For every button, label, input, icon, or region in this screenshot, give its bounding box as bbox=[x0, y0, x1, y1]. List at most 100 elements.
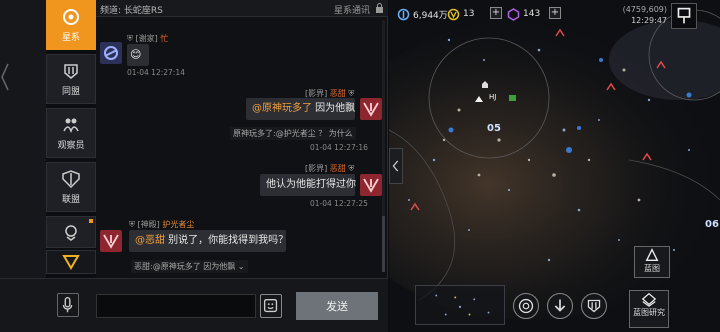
map-collapse-tab[interactable] bbox=[389, 148, 403, 184]
blueprint-research-label: 蓝图研究 bbox=[633, 308, 665, 317]
coordinates-readout: (4759,609) 12:29:47 bbox=[587, 4, 667, 26]
quoted-message[interactable]: 原神玩多了:@护光者尘 ？ 为什么 bbox=[230, 127, 356, 140]
triangle-filter-icon bbox=[62, 255, 80, 270]
blueprint-button[interactable]: 蓝图 bbox=[634, 246, 670, 278]
faction-emblem-icon bbox=[103, 234, 119, 249]
sector-label: 06 bbox=[705, 219, 719, 230]
resource-value: 6,944万 bbox=[413, 10, 448, 21]
add-crystal-button[interactable]: + bbox=[549, 7, 561, 19]
sector-label: 05 bbox=[487, 123, 501, 134]
resource-credits: 6,944万 bbox=[397, 5, 448, 23]
map-pin-icon bbox=[677, 7, 691, 24]
galaxy-map[interactable]: 05 06 HJ 6,944万 13 + 143 + (4759,609) 12… bbox=[389, 0, 720, 332]
message-meta: ⛨ [神殿] 护光者尘 bbox=[129, 219, 194, 230]
message-bubble: @原神玩多了 因为他飘 bbox=[246, 98, 355, 120]
map-action-orbit[interactable] bbox=[513, 293, 539, 319]
galaxy-target-icon bbox=[63, 8, 79, 25]
sidebar-item-more[interactable] bbox=[46, 216, 96, 248]
chevron-left-icon bbox=[392, 160, 399, 172]
message-text: 😊 bbox=[130, 48, 142, 61]
observer-icon bbox=[63, 118, 79, 133]
sidebar-item-filter[interactable] bbox=[46, 250, 96, 274]
message-tag: [影界] bbox=[305, 89, 328, 98]
message-tag: [神殿] bbox=[137, 220, 160, 229]
sidebar-item-observer[interactable]: 观察员 bbox=[46, 108, 96, 158]
message-text: 因为他飘 bbox=[312, 103, 356, 114]
message-text: 别说了，你能找得到我吗？ bbox=[165, 235, 289, 246]
shield-badge-icon: ⛨ bbox=[129, 220, 135, 229]
credits-icon bbox=[397, 8, 410, 20]
lock-icon[interactable] bbox=[375, 3, 384, 13]
smiley-icon bbox=[263, 298, 278, 313]
chat-header: 频道: 长蛇座RS 星系通讯 bbox=[96, 0, 388, 17]
message-meta: [影界] 恶甜 ⛨ bbox=[305, 163, 354, 174]
resource-crystal: 143 bbox=[507, 5, 540, 23]
orbit-icon bbox=[518, 298, 534, 314]
research-icon bbox=[641, 292, 657, 307]
faction-emblem-icon bbox=[363, 102, 379, 117]
avatar[interactable] bbox=[100, 230, 122, 252]
galaxy-comm-label[interactable]: 星系通讯 bbox=[334, 3, 370, 16]
sidebar-item-label: 同盟 bbox=[61, 86, 80, 97]
quoted-message[interactable]: 恶甜:@原神玩多了 因为他飘 ⌄ bbox=[131, 260, 248, 273]
chat-scrollbar[interactable] bbox=[382, 20, 385, 272]
sender-name[interactable]: 恶甜 bbox=[330, 164, 346, 173]
sidebar-item-alliance[interactable]: 同盟 bbox=[46, 54, 96, 104]
resource-value: 13 bbox=[463, 9, 475, 19]
message-time: 01-04 12:27:25 bbox=[310, 199, 368, 208]
sidebar-item-union[interactable]: 联盟 bbox=[46, 162, 96, 212]
scrollbar-thumb[interactable] bbox=[382, 216, 385, 272]
message-input[interactable] bbox=[96, 294, 256, 318]
message-bubble: 他认为他能打得过你 bbox=[260, 174, 356, 196]
notification-badge bbox=[89, 219, 93, 223]
shield-badge-icon: ⛨ bbox=[127, 34, 133, 43]
station-tag[interactable]: HJ bbox=[489, 93, 496, 101]
message-meta: ⛨ [谢家] 忙 bbox=[127, 33, 168, 44]
emoji-button[interactable] bbox=[260, 294, 282, 318]
sender-name[interactable]: 恶甜 bbox=[330, 89, 346, 98]
message-tag: [影界] bbox=[305, 164, 328, 173]
mention-link[interactable]: @原神玩多了 bbox=[252, 103, 312, 114]
resource-hydrogen: 13 bbox=[447, 5, 474, 23]
map-action-download[interactable] bbox=[547, 293, 573, 319]
sender-name[interactable]: 护光者尘 bbox=[162, 220, 194, 229]
avatar[interactable] bbox=[100, 42, 122, 64]
sender-name[interactable]: 忙 bbox=[160, 34, 168, 43]
sidebar-item-label: 观察员 bbox=[57, 140, 85, 151]
sidebar-item-label: 星系 bbox=[61, 32, 80, 43]
blueprint-research-button[interactable]: 蓝图研究 bbox=[629, 290, 669, 328]
send-button[interactable]: 发送 bbox=[296, 292, 378, 320]
game-clock: 12:29:47 bbox=[631, 16, 667, 25]
avatar[interactable] bbox=[360, 98, 382, 120]
map-overview-button[interactable] bbox=[671, 3, 697, 29]
microphone-icon bbox=[62, 297, 73, 313]
message-text: 他认为他能打得过你 bbox=[266, 179, 356, 190]
blueprint-label: 蓝图 bbox=[644, 264, 660, 273]
alliance-icon bbox=[587, 299, 601, 313]
resource-value: 143 bbox=[523, 9, 541, 19]
sidebar-item-galaxy[interactable]: 星系 bbox=[46, 0, 96, 50]
add-hydrogen-button[interactable]: + bbox=[490, 7, 502, 19]
channel-title: 频道: 长蛇座RS bbox=[100, 6, 163, 16]
map-coordinates: (4759,609) bbox=[622, 5, 667, 14]
rail-collapse-arrow-icon[interactable] bbox=[0, 62, 10, 92]
map-background bbox=[389, 0, 720, 332]
shield-badge-icon: ⛨ bbox=[348, 89, 355, 98]
faction-emblem-icon bbox=[104, 46, 118, 60]
avatar[interactable] bbox=[360, 174, 382, 196]
voice-button[interactable] bbox=[57, 293, 79, 317]
more-chevron-icon bbox=[65, 225, 77, 241]
minimap[interactable] bbox=[415, 285, 505, 325]
sidebar-item-label: 联盟 bbox=[61, 194, 80, 205]
message-time: 01-04 12:27:16 bbox=[310, 143, 368, 152]
hydrogen-icon bbox=[447, 8, 460, 20]
message-bubble: 😊 bbox=[127, 44, 149, 66]
message-tag: [谢家] bbox=[135, 34, 158, 43]
map-action-alliance[interactable] bbox=[581, 293, 607, 319]
message-bubble: @恶甜 别说了，你能找得到我吗？ bbox=[129, 230, 289, 252]
shield-badge-icon: ⛨ bbox=[348, 164, 355, 173]
arrow-down-icon bbox=[554, 299, 566, 312]
expand-chevron-icon[interactable]: ⌄ bbox=[238, 262, 245, 271]
mention-link[interactable]: @恶甜 bbox=[135, 235, 165, 246]
union-shield-icon bbox=[62, 169, 80, 188]
